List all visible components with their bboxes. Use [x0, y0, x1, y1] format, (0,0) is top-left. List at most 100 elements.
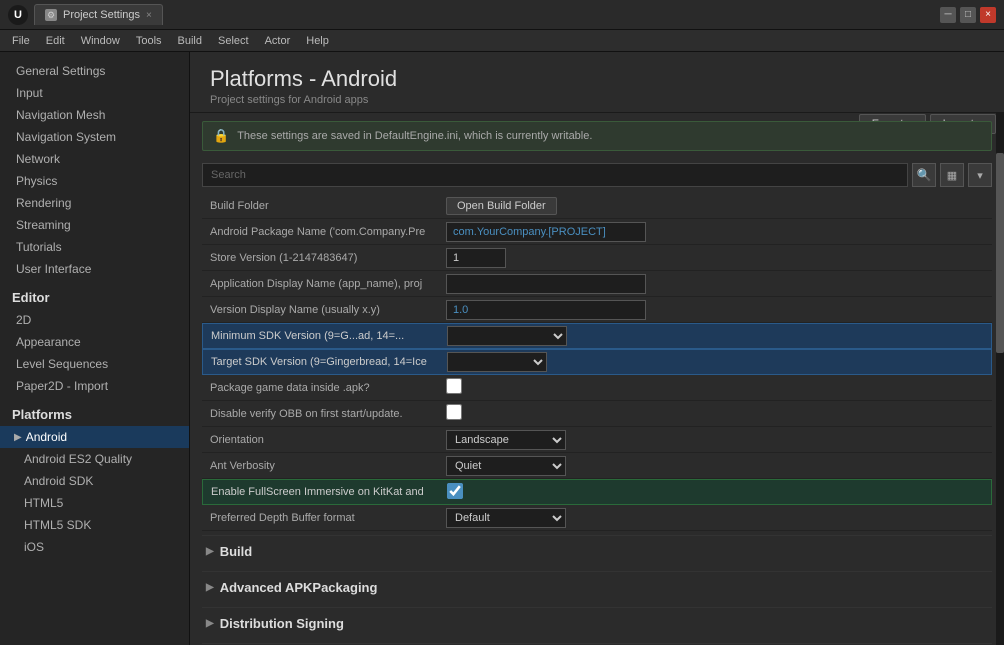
close-btn[interactable]: × [980, 7, 996, 23]
label-orientation: Orientation [202, 430, 442, 450]
settings-row-disable-obb: Disable verify OBB on first start/update… [202, 401, 992, 427]
sidebar-item-html5[interactable]: HTML5 [0, 492, 189, 514]
grid-view-btn[interactable]: ▦ [940, 163, 964, 187]
label-min-sdk: Minimum SDK Version (9=G...ad, 14=... [203, 326, 443, 346]
store-version-input[interactable] [446, 248, 506, 268]
sidebar-item-paper2d-import[interactable]: Paper2D - Import [0, 375, 189, 397]
label-disable-obb: Disable verify OBB on first start/update… [202, 404, 442, 424]
ctrl-depth-buffer: Default [442, 506, 992, 530]
open-build-folder-btn[interactable]: Open Build Folder [446, 197, 557, 215]
sidebar-item-input[interactable]: Input [0, 82, 189, 104]
label-ant-verbosity: Ant Verbosity [202, 456, 442, 476]
target-sdk-select[interactable] [447, 352, 547, 372]
sidebar-item-streaming[interactable]: Streaming [0, 214, 189, 236]
section-distribution-signing[interactable]: ▶ Distribution Signing [202, 607, 992, 639]
sidebar-item-2d[interactable]: 2D [0, 309, 189, 331]
sidebar-item-general-settings[interactable]: General Settings [0, 60, 189, 82]
settings-row-package-name: Android Package Name ('com.Company.Pre [202, 219, 992, 245]
build-section-chevron: ▶ [206, 546, 214, 557]
tab-label: Project Settings [63, 9, 140, 21]
section-build[interactable]: ▶ Build [202, 535, 992, 567]
minimize-btn[interactable]: ─ [940, 7, 956, 23]
sidebar-item-navigation-system[interactable]: Navigation System [0, 126, 189, 148]
sidebar-section-editor: Editor [0, 280, 189, 309]
label-package-name: Android Package Name ('com.Company.Pre [202, 222, 442, 242]
sidebar-item-android[interactable]: ▶ Android [0, 426, 189, 448]
sidebar-item-ios[interactable]: iOS [0, 536, 189, 558]
disable-obb-checkbox[interactable] [446, 404, 462, 420]
main-layout: General Settings Input Navigation Mesh N… [0, 52, 1004, 645]
settings-scroll: Build Folder Open Build Folder Android P… [190, 193, 1004, 645]
sidebar-item-android-es2[interactable]: Android ES2 Quality [0, 448, 189, 470]
sidebar-item-physics[interactable]: Physics [0, 170, 189, 192]
info-text: These settings are saved in DefaultEngin… [237, 130, 592, 142]
menu-build[interactable]: Build [170, 33, 210, 49]
settings-row-store-version: Store Version (1-2147483647) [202, 245, 992, 271]
settings-row-min-sdk: Minimum SDK Version (9=G...ad, 14=... [202, 323, 992, 349]
sidebar-item-appearance[interactable]: Appearance [0, 331, 189, 353]
sidebar-item-level-sequences[interactable]: Level Sequences [0, 353, 189, 375]
ctrl-fullscreen [443, 481, 991, 504]
menu-help[interactable]: Help [298, 33, 337, 49]
settings-row-depth-buffer: Preferred Depth Buffer format Default [202, 505, 992, 531]
android-label: Android [26, 430, 67, 444]
lock-icon: 🔒 [213, 128, 229, 144]
package-name-input[interactable] [446, 222, 646, 242]
package-data-checkbox[interactable] [446, 378, 462, 394]
ue-logo: U [8, 5, 28, 25]
sidebar-item-navigation-mesh[interactable]: Navigation Mesh [0, 104, 189, 126]
project-settings-tab[interactable]: ⚙ Project Settings × [34, 4, 163, 25]
settings-row-target-sdk: Target SDK Version (9=Gingerbread, 14=Ic… [202, 349, 992, 375]
menu-select[interactable]: Select [210, 33, 257, 49]
tab-close-btn[interactable]: × [146, 10, 152, 21]
app-display-name-input[interactable] [446, 274, 646, 294]
depth-buffer-select[interactable]: Default [446, 508, 566, 528]
options-view-btn[interactable]: ▾ [968, 163, 992, 187]
menu-tools[interactable]: Tools [128, 33, 170, 49]
ctrl-ant-verbosity: Quiet Verbose [442, 454, 992, 478]
settings-row-orientation: Orientation Landscape Portrait [202, 427, 992, 453]
label-fullscreen: Enable FullScreen Immersive on KitKat an… [203, 482, 443, 502]
page-title: Platforms - Android [210, 66, 984, 92]
ant-verbosity-select[interactable]: Quiet Verbose [446, 456, 566, 476]
search-bar: 🔍 ▦ ▾ [202, 163, 992, 187]
settings-tab-icon: ⚙ [45, 9, 57, 21]
search-btn[interactable]: 🔍 [912, 163, 936, 187]
info-banner: 🔒 These settings are saved in DefaultEng… [202, 121, 992, 151]
ctrl-package-data [442, 376, 992, 399]
title-bar-left: U ⚙ Project Settings × [8, 4, 163, 25]
sidebar-item-network[interactable]: Network [0, 148, 189, 170]
content-header-wrapper: Platforms - Android Project settings for… [190, 52, 1004, 113]
section-advanced-apkpackaging[interactable]: ▶ Advanced APKPackaging [202, 571, 992, 603]
sidebar-item-rendering[interactable]: Rendering [0, 192, 189, 214]
scrollbar-thumb[interactable] [996, 153, 1004, 353]
sidebar-item-android-sdk[interactable]: Android SDK [0, 470, 189, 492]
label-depth-buffer: Preferred Depth Buffer format [202, 508, 442, 528]
sidebar-item-user-interface[interactable]: User Interface [0, 258, 189, 280]
fullscreen-checkbox[interactable] [447, 483, 463, 499]
distribution-label: Distribution Signing [220, 616, 344, 631]
content-area: Platforms - Android Project settings for… [190, 52, 1004, 645]
orientation-select[interactable]: Landscape Portrait [446, 430, 566, 450]
sidebar-item-tutorials[interactable]: Tutorials [0, 236, 189, 258]
min-sdk-select[interactable] [447, 326, 567, 346]
advanced-apk-chevron: ▶ [206, 582, 214, 593]
version-display-input[interactable] [446, 300, 646, 320]
search-input[interactable] [202, 163, 908, 187]
sidebar-item-html5-sdk[interactable]: HTML5 SDK [0, 514, 189, 536]
menu-bar: File Edit Window Tools Build Select Acto… [0, 30, 1004, 52]
settings-row-package-data: Package game data inside .apk? [202, 375, 992, 401]
build-section-label: Build [220, 544, 253, 559]
menu-edit[interactable]: Edit [38, 33, 73, 49]
content-wrapper: 🔒 These settings are saved in DefaultEng… [190, 113, 1004, 645]
maximize-btn[interactable]: □ [960, 7, 976, 23]
menu-window[interactable]: Window [73, 33, 128, 49]
ctrl-package-name [442, 220, 992, 244]
menu-actor[interactable]: Actor [257, 33, 299, 49]
label-build-folder: Build Folder [202, 196, 442, 216]
menu-file[interactable]: File [4, 33, 38, 49]
label-package-data: Package game data inside .apk? [202, 378, 442, 398]
ctrl-min-sdk [443, 324, 991, 348]
page-subtitle: Project settings for Android apps [210, 94, 984, 106]
ctrl-build-folder: Open Build Folder [442, 195, 992, 217]
